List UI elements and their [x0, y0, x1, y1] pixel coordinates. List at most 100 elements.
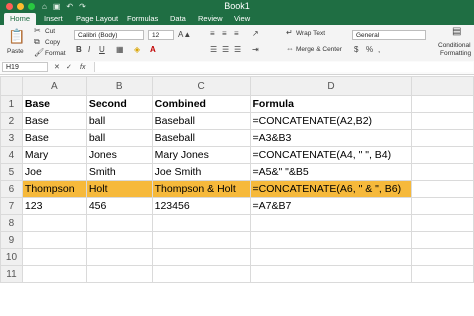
cell[interactable]: [151, 214, 251, 232]
select-all-corner[interactable]: [0, 76, 23, 96]
cell[interactable]: [249, 248, 413, 266]
cell[interactable]: [411, 214, 474, 232]
cell[interactable]: [411, 95, 474, 113]
row-header[interactable]: 4: [0, 146, 23, 164]
cut-button[interactable]: Cut: [45, 28, 55, 35]
cell[interactable]: Baseball: [151, 129, 251, 147]
tab-data[interactable]: Data: [164, 13, 192, 25]
cell[interactable]: =CONCATENATE(A6, " & ", B6): [249, 180, 413, 198]
font-color-icon[interactable]: A: [150, 45, 156, 55]
cell[interactable]: Formula: [249, 95, 413, 113]
borders-icon[interactable]: ▦: [116, 45, 124, 55]
tab-home[interactable]: Home: [4, 13, 37, 25]
conditional-formatting-label-2[interactable]: Formatting: [440, 50, 471, 57]
tab-formulas[interactable]: Formulas: [121, 13, 164, 25]
cell[interactable]: [411, 163, 474, 181]
wrap-text-button[interactable]: Wrap Text: [296, 30, 325, 37]
cell[interactable]: Joe Smith: [151, 163, 251, 181]
tab-page-layout[interactable]: Page Layout: [70, 13, 124, 25]
copy-icon[interactable]: ⧉: [34, 37, 40, 47]
underline-button[interactable]: U: [99, 45, 105, 55]
cell[interactable]: [85, 231, 153, 249]
cell[interactable]: =CONCATENATE(A4, " ", B4): [249, 146, 413, 164]
column-header-d[interactable]: D: [249, 76, 413, 96]
cell[interactable]: [21, 231, 87, 249]
cut-icon[interactable]: ✂: [34, 26, 41, 36]
cell[interactable]: [21, 265, 87, 283]
cell[interactable]: [411, 112, 474, 130]
cell[interactable]: [151, 231, 251, 249]
align-center-icon[interactable]: ☰: [222, 45, 229, 55]
cell[interactable]: Jones: [85, 146, 153, 164]
paste-button[interactable]: Paste: [7, 48, 24, 55]
formula-input[interactable]: [94, 62, 473, 72]
font-size-select[interactable]: 12: [148, 30, 174, 40]
cell[interactable]: Base: [21, 95, 87, 113]
cell[interactable]: [411, 180, 474, 198]
italic-button[interactable]: I: [88, 45, 90, 55]
merge-center-button[interactable]: Merge & Center: [296, 46, 342, 53]
cell[interactable]: Baseball: [151, 112, 251, 130]
font-name-select[interactable]: Calibri (Body): [74, 30, 144, 40]
format-painter-icon[interactable]: 🖌: [34, 48, 44, 58]
currency-icon[interactable]: $: [354, 45, 358, 55]
paste-icon[interactable]: 📋: [8, 28, 25, 44]
row-header[interactable]: 10: [0, 248, 23, 266]
align-bottom-icon[interactable]: ≡: [234, 29, 239, 39]
cell[interactable]: [249, 231, 413, 249]
name-box[interactable]: H19: [2, 62, 48, 72]
cell[interactable]: [411, 197, 474, 215]
row-header[interactable]: 9: [0, 231, 23, 249]
bold-button[interactable]: B: [76, 45, 82, 55]
cell[interactable]: =A7&B7: [249, 197, 413, 215]
cell[interactable]: [411, 248, 474, 266]
increase-font-icon[interactable]: A▲: [178, 30, 191, 40]
cell[interactable]: Smith: [85, 163, 153, 181]
cell[interactable]: Mary Jones: [151, 146, 251, 164]
row-header[interactable]: 2: [0, 112, 23, 130]
copy-button[interactable]: Copy: [45, 39, 60, 46]
cell[interactable]: Base: [21, 112, 87, 130]
align-top-icon[interactable]: ≡: [210, 29, 215, 39]
cell[interactable]: Mary: [21, 146, 87, 164]
cell[interactable]: [21, 214, 87, 232]
row-header[interactable]: 3: [0, 129, 23, 147]
conditional-formatting-icon[interactable]: ▤: [452, 27, 461, 37]
align-left-icon[interactable]: ☰: [210, 45, 217, 55]
cell[interactable]: =CONCATENATE(A2,B2): [249, 112, 413, 130]
format-painter-button[interactable]: Format: [45, 50, 66, 57]
column-header-b[interactable]: B: [85, 76, 153, 96]
cell[interactable]: Thompson & Holt: [151, 180, 251, 198]
cell[interactable]: Base: [21, 129, 87, 147]
cell[interactable]: Thompson: [21, 180, 87, 198]
column-header-c[interactable]: C: [151, 76, 251, 96]
number-format-select[interactable]: General: [352, 30, 426, 40]
cell[interactable]: =A3&B3: [249, 129, 413, 147]
cancel-icon[interactable]: ✕: [54, 63, 60, 73]
align-right-icon[interactable]: ☰: [234, 45, 241, 55]
cell[interactable]: ball: [85, 112, 153, 130]
row-header[interactable]: 5: [0, 163, 23, 181]
row-header[interactable]: 6: [0, 180, 23, 198]
row-header[interactable]: 1: [0, 95, 23, 113]
enter-icon[interactable]: ✓: [66, 63, 72, 73]
cell[interactable]: ball: [85, 129, 153, 147]
row-header[interactable]: 8: [0, 214, 23, 232]
cell[interactable]: [411, 265, 474, 283]
cell[interactable]: [249, 265, 413, 283]
merge-center-icon[interactable]: ⇔: [286, 44, 294, 54]
column-header-e[interactable]: [411, 76, 474, 96]
tab-insert[interactable]: Insert: [38, 13, 69, 25]
fx-icon[interactable]: fx: [80, 63, 85, 73]
row-header[interactable]: 11: [0, 265, 23, 283]
comma-icon[interactable]: ,: [378, 45, 380, 55]
wrap-text-icon[interactable]: ↵: [286, 28, 293, 38]
conditional-formatting-label[interactable]: Conditional: [438, 42, 471, 49]
percent-icon[interactable]: %: [366, 45, 373, 55]
orientation-icon[interactable]: ↗: [252, 29, 259, 39]
cell[interactable]: =A5&" "&B5: [249, 163, 413, 181]
align-middle-icon[interactable]: ≡: [222, 29, 227, 39]
cell[interactable]: Second: [85, 95, 153, 113]
column-header-a[interactable]: A: [21, 76, 87, 96]
indent-icon[interactable]: ⇥: [252, 45, 259, 55]
